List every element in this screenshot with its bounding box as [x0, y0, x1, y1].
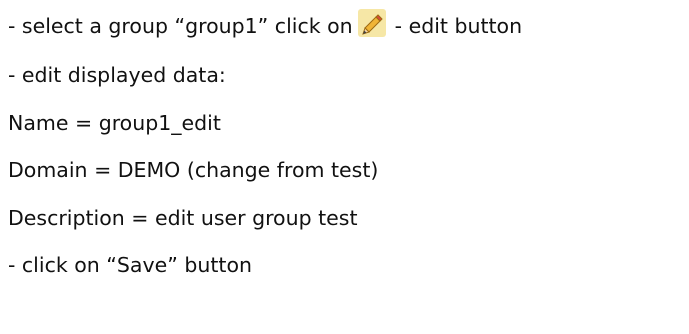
instruction-document: - select a group “group1” click on - edi… — [8, 0, 683, 290]
instruction-text-description: Description = edit user group test — [8, 205, 358, 230]
pencil-edit-icon — [357, 8, 387, 38]
instruction-text-domain: Domain = DEMO (change from test) — [8, 158, 379, 182]
instruction-line-description: Description = edit user group test — [8, 195, 683, 243]
instruction-line-select-group: - select a group “group1” click on - edi… — [8, 0, 683, 52]
instruction-text-name: Name = group1_edit — [8, 110, 221, 135]
instruction-text-select-group: - select a group “group1” click on — [8, 14, 353, 38]
instruction-line-edit-data: - edit displayed data: — [8, 52, 683, 100]
instruction-text-save: - click on “Save” button — [8, 253, 252, 277]
instruction-line-save: - click on “Save” button — [8, 242, 683, 290]
instruction-line-domain: Domain = DEMO (change from test) — [8, 147, 683, 195]
instruction-text-edit-button: - edit button — [394, 14, 523, 38]
instruction-text-edit-data: - edit displayed data: — [8, 63, 226, 87]
instruction-line-name: Name = group1_edit — [8, 100, 683, 148]
